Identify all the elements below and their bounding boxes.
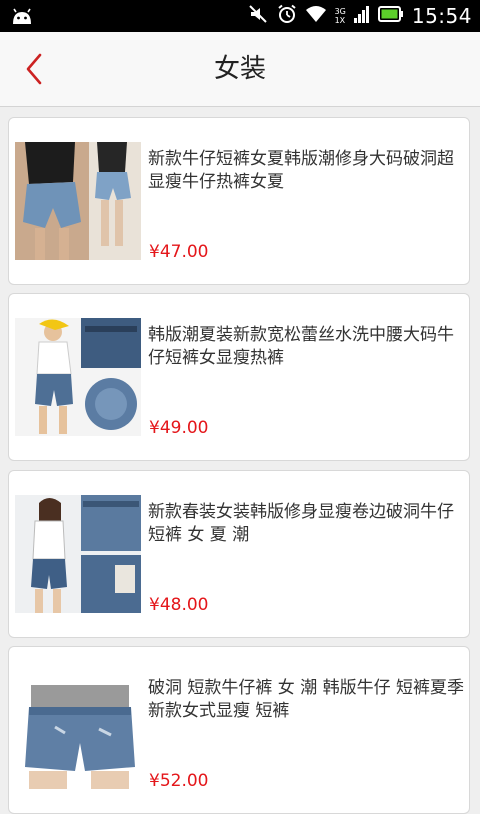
product-card[interactable]: 新款春装女装韩版修身显瘦卷边破洞牛仔短裤 女 夏 潮 ¥48.00 <box>8 470 470 638</box>
android-icon <box>10 6 34 26</box>
product-name: 韩版潮夏装新款宽松蕾丝水洗中腰大码牛仔短裤女显瘦热裤 <box>148 325 454 368</box>
product-name: 破洞 短款牛仔裤 女 潮 韩版牛仔 短裤夏季新款女式显瘦 短裤 <box>148 678 465 721</box>
clock: 15:54 <box>411 4 472 28</box>
product-card[interactable]: 破洞 短款牛仔裤 女 潮 韩版牛仔 短裤夏季新款女式显瘦 短裤 ¥52.00 <box>8 646 470 814</box>
mute-icon <box>247 4 269 28</box>
product-price: ¥48.00 <box>149 595 209 615</box>
product-price: ¥49.00 <box>149 418 209 438</box>
status-bar: 3G 1X 15:54 <box>0 0 480 32</box>
product-card[interactable]: 韩版潮夏装新款宽松蕾丝水洗中腰大码牛仔短裤女显瘦热裤 ¥49.00 <box>8 293 470 461</box>
network-type: 3G 1X <box>334 7 346 25</box>
product-price: ¥47.00 <box>149 242 209 262</box>
product-image <box>15 142 141 260</box>
wifi-icon <box>305 5 327 27</box>
page-title: 女装 <box>213 54 266 84</box>
product-image <box>15 671 141 789</box>
signal-icon <box>353 5 370 27</box>
alarm-icon <box>277 4 297 28</box>
product-name: 新款牛仔短裤女夏韩版潮修身大码破洞超显瘦牛仔热裤女夏 <box>148 149 454 192</box>
battery-icon <box>377 6 404 26</box>
product-image <box>15 495 141 613</box>
header-bar: 女装 <box>0 32 480 107</box>
product-card[interactable]: 新款牛仔短裤女夏韩版潮修身大码破洞超显瘦牛仔热裤女夏 ¥47.00 <box>8 117 470 285</box>
product-price: ¥52.00 <box>149 771 209 791</box>
product-name: 新款春装女装韩版修身显瘦卷边破洞牛仔短裤 女 夏 潮 <box>148 502 454 545</box>
product-image <box>15 318 141 436</box>
